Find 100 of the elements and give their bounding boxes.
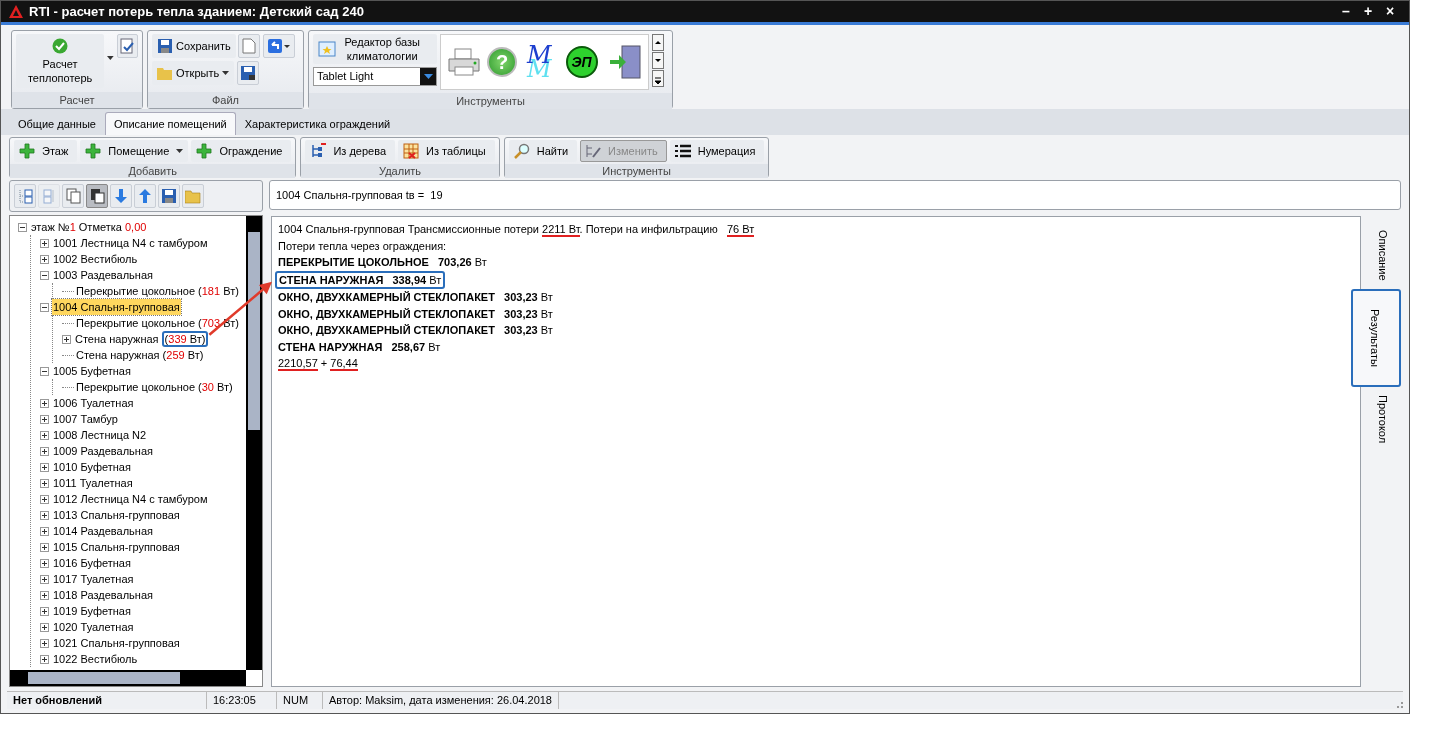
expand-icon[interactable]: [40, 526, 49, 536]
check-icon: [52, 37, 69, 54]
checklist-icon[interactable]: [116, 34, 138, 58]
expand-icon[interactable]: [40, 622, 49, 632]
expand-icon[interactable]: [40, 590, 49, 600]
tree-item[interactable]: Стена наружная (339 Вт): [74, 330, 210, 348]
tree-item[interactable]: 1005 Буфетная: [52, 362, 132, 380]
save-button[interactable]: Сохранить: [152, 34, 236, 58]
side-tab[interactable]: Протокол: [1361, 386, 1401, 451]
tree-item[interactable]: 1010 Буфетная: [52, 458, 132, 476]
move-up-icon[interactable]: [134, 184, 156, 208]
tab[interactable]: Характеристика ограждений: [235, 111, 400, 135]
tree-item[interactable]: 1003 Раздевальная: [52, 266, 154, 284]
theme-select[interactable]: Tablet Light: [313, 66, 437, 86]
expand-icon[interactable]: [40, 558, 49, 568]
tree-item[interactable]: 1008 Лестница N2: [52, 426, 148, 444]
status-text: Автор: Maksim, дата изменения: 26.04.2018: [323, 692, 559, 709]
vertical-scrollbar[interactable]: [246, 216, 262, 670]
window-control-button[interactable]: –: [1335, 1, 1357, 22]
undo-button[interactable]: [263, 34, 296, 58]
side-tab[interactable]: Описание: [1361, 222, 1401, 289]
group-label: Добавить: [10, 164, 296, 178]
expand-icon[interactable]: [40, 254, 49, 264]
window-control-button[interactable]: ×: [1379, 1, 1401, 22]
tree-item[interactable]: Перекрытие цокольное (30 Вт): [75, 378, 234, 396]
paste-icon[interactable]: [86, 184, 108, 208]
tree-item[interactable]: 1021 Спальня-групповая: [52, 634, 181, 652]
printer-icon[interactable]: [447, 47, 481, 77]
expand-icon[interactable]: [40, 574, 49, 584]
ep-logo[interactable]: ЭП: [565, 46, 598, 78]
tree-item[interactable]: 1022 Вестибюль: [52, 650, 139, 668]
expand-icon[interactable]: [40, 462, 49, 472]
expand-icon[interactable]: [40, 494, 49, 504]
expand-icon[interactable]: [18, 222, 27, 232]
group-label: Инструменты: [309, 93, 672, 109]
tree-item[interactable]: 1019 Буфетная: [52, 602, 132, 620]
search-icon: [513, 143, 530, 159]
expand-icon[interactable]: [40, 510, 49, 520]
scroll-down-button[interactable]: [651, 52, 664, 69]
expand-icon[interactable]: [62, 334, 71, 344]
toolbar-button[interactable]: Нумерация: [669, 140, 765, 162]
tree-item[interactable]: 1006 Туалетная: [52, 394, 135, 412]
window-control-button[interactable]: +: [1357, 1, 1379, 22]
move-down-icon[interactable]: [110, 184, 132, 208]
tree-item[interactable]: 1002 Вестибюль: [52, 250, 139, 268]
tree-item[interactable]: 1020 Туалетная: [52, 618, 135, 636]
expand-icon[interactable]: [40, 414, 49, 424]
expand-icon[interactable]: [40, 430, 49, 440]
scroll-up-button[interactable]: [651, 34, 664, 51]
tab[interactable]: Общие данные: [9, 111, 105, 135]
expand-icon[interactable]: [40, 654, 49, 664]
plus-icon: [196, 143, 213, 159]
tree-item[interactable]: этаж №1 Отметка 0,00: [30, 218, 148, 236]
tree-item[interactable]: 1017 Туалетная: [52, 570, 135, 588]
expand-icon[interactable]: [40, 366, 49, 376]
toolbar-button[interactable]: Найти: [508, 140, 578, 162]
toolbar-button[interactable]: Ограждение: [191, 140, 292, 162]
tree-item[interactable]: 1012 Лестница N4 с тамбуром: [52, 490, 209, 508]
side-tab[interactable]: Результаты: [1351, 288, 1401, 387]
toolbar-button[interactable]: Помещение: [80, 140, 189, 162]
expand-icon[interactable]: [40, 478, 49, 488]
caret-icon[interactable]: [176, 149, 184, 153]
expand-gallery-button[interactable]: [651, 70, 664, 87]
room-field[interactable]: 1004 Спальня-групповая tв = 19: [269, 180, 1401, 210]
tree-item[interactable]: 1013 Спальня-групповая: [52, 506, 181, 524]
caret-icon: [423, 73, 433, 79]
monogram-logo[interactable]: M: [523, 43, 556, 81]
tree-item[interactable]: 1015 Спальня-групповая: [52, 538, 181, 556]
exit-door-icon[interactable]: [607, 44, 642, 80]
plus-icon: [85, 143, 102, 159]
toolbar-button[interactable]: Из таблицы: [398, 140, 495, 162]
tree-item[interactable]: 1018 Раздевальная: [52, 586, 154, 604]
tree-item[interactable]: 1009 Раздевальная: [52, 442, 154, 460]
climate-editor-button[interactable]: Редактор базы климатологии: [313, 34, 437, 64]
expand-icon[interactable]: [40, 606, 49, 616]
tree-item[interactable]: 1016 Буфетная: [52, 554, 132, 572]
caret-icon[interactable]: [107, 56, 114, 60]
expand-icon[interactable]: [40, 270, 49, 280]
group-label: Инструменты: [504, 164, 769, 178]
tree-item[interactable]: 1011 Туалетная: [52, 474, 134, 492]
toolbar-button[interactable]: Из дерева: [305, 140, 396, 162]
tree-item[interactable]: 1001 Лестница N4 с тамбуром: [52, 234, 209, 252]
expand-icon[interactable]: [40, 398, 49, 408]
toolbar-button[interactable]: Этаж: [14, 140, 78, 162]
tree-item[interactable]: Перекрытие цокольное (181 Вт): [75, 282, 240, 300]
tab[interactable]: Описание помещений: [104, 111, 236, 135]
tree-item[interactable]: Стена наружная (259 Вт): [75, 346, 205, 364]
result-line: ОКНО, ДВУХКАМЕРНЫЙ СТЕКЛОПАКЕТ 303,23 Вт: [278, 291, 553, 304]
save-as-icon[interactable]: [236, 61, 259, 85]
tree-item[interactable]: 1004 Спальня-групповая: [52, 298, 181, 316]
expand-icon[interactable]: [40, 302, 49, 312]
expand-icon[interactable]: [40, 638, 49, 648]
horizontal-scrollbar[interactable]: [10, 670, 246, 686]
save-icon[interactable]: [158, 184, 180, 208]
expand-icon[interactable]: [40, 238, 49, 248]
tree-item[interactable]: 1014 Раздевальная: [52, 522, 154, 540]
star-window-icon: [318, 41, 336, 57]
expand-icon[interactable]: [40, 446, 49, 456]
expand-icon[interactable]: [40, 542, 49, 552]
tree-item[interactable]: 1007 Тамбур: [52, 410, 119, 428]
